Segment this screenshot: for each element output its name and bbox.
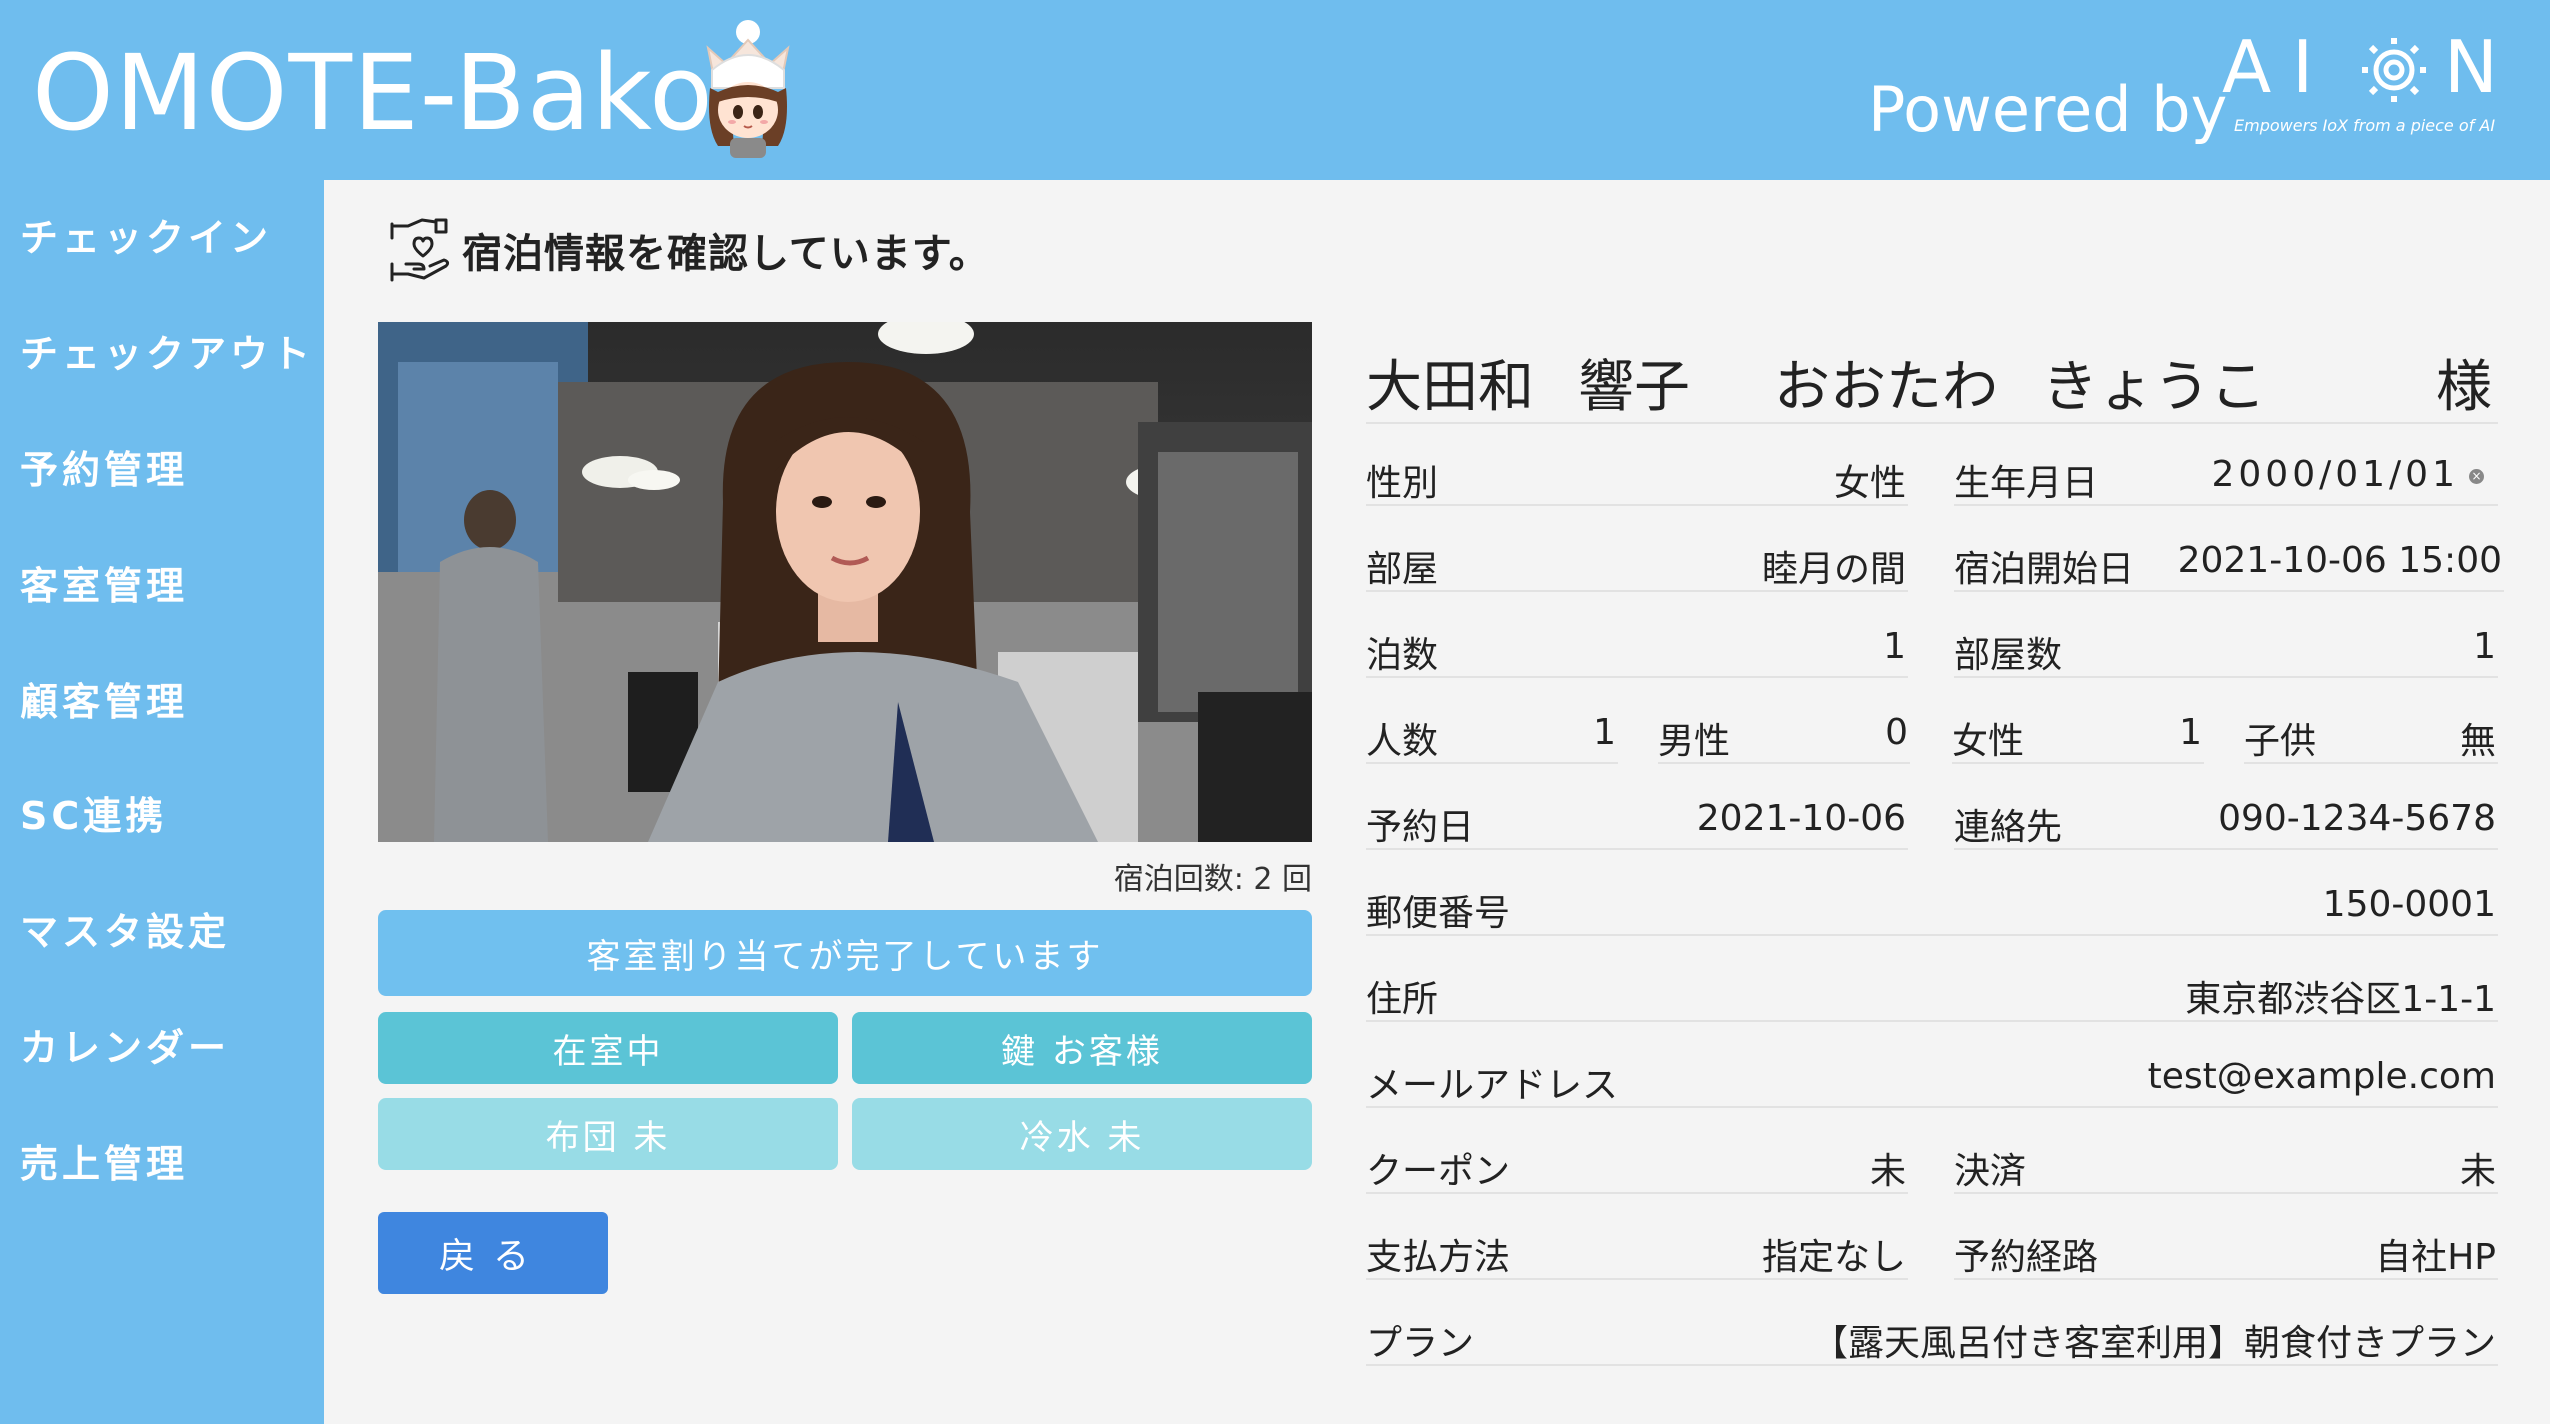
guest-honorific: 様	[2436, 355, 2492, 420]
stay-start-value: 2021-10-06 15:00	[2177, 540, 2502, 581]
camera-feed	[378, 322, 1312, 842]
contact-field: 連絡先 090-1234-5678	[1954, 790, 2498, 850]
heading-text: 宿泊情報を確認しています。	[462, 231, 990, 277]
people-value: 1	[1593, 712, 1616, 753]
sidebar-item-sc-link[interactable]: SC連携	[20, 786, 167, 846]
cold-water-status-button[interactable]: 冷水 未	[852, 1098, 1312, 1170]
stay-count: 宿泊回数: 2 回	[1113, 862, 1312, 897]
nights-label: 泊数	[1366, 635, 1439, 676]
room-count-field: 部屋数 1	[1954, 618, 2498, 678]
birthdate-value: 2000/01/01	[2211, 454, 2459, 495]
reservation-date-field: 予約日 2021-10-06	[1366, 790, 1908, 850]
nights-value: 1	[1883, 626, 1906, 667]
male-field: 男性 0	[1658, 704, 1910, 764]
payment-method-value: 指定なし	[1761, 1237, 1906, 1278]
email-field: メールアドレス test@example.com	[1366, 1048, 2498, 1108]
sidebar-item-master[interactable]: マスタ設定	[20, 902, 230, 962]
room-field: 部屋 睦月の間	[1366, 532, 1908, 592]
room-label: 部屋	[1366, 549, 1439, 590]
powered-by-label: Powered by	[1868, 73, 2228, 146]
email-value: test@example.com	[2147, 1056, 2496, 1097]
sidebar-item-rooms[interactable]: 客室管理	[20, 556, 188, 616]
child-value: 無	[2459, 721, 2496, 762]
plan-label: プラン	[1366, 1323, 1475, 1364]
guest-first-name-kana: きょうこ	[2042, 355, 2266, 420]
coupon-label: クーポン	[1366, 1151, 1511, 1192]
booking-route-label: 予約経路	[1954, 1237, 2099, 1278]
key-status-button[interactable]: 鍵 お客様	[852, 1012, 1312, 1084]
gender-field: 性別 女性	[1366, 446, 1908, 506]
back-button[interactable]: 戻る	[378, 1212, 608, 1294]
svg-text:I: I	[2292, 30, 2313, 109]
payment-status-field: 決済 未	[1954, 1134, 2498, 1194]
birthdate-input[interactable]: 2000/01/01 ×	[2211, 454, 2484, 495]
people-field: 人数 1	[1366, 704, 1618, 764]
sidebar-item-checkin[interactable]: チェックイン	[20, 208, 272, 268]
email-label: メールアドレス	[1366, 1065, 1619, 1106]
plan-value: 【露天風呂付き客室利用】朝食付きプラン	[1811, 1323, 2496, 1364]
guest-last-name: 大田和	[1366, 355, 1534, 420]
nights-field: 泊数 1	[1366, 618, 1908, 678]
people-label: 人数	[1366, 721, 1439, 762]
address-label: 住所	[1366, 979, 1439, 1020]
sidebar-item-customers[interactable]: 顧客管理	[20, 672, 188, 732]
address-value: 東京都渋谷区1-1-1	[2185, 979, 2496, 1020]
booking-route-field: 予約経路 自社HP	[1954, 1220, 2498, 1280]
svg-text:A: A	[2222, 30, 2271, 109]
guest-first-name: 響子	[1578, 355, 1690, 420]
female-value: 1	[2179, 712, 2202, 753]
address-field: 住所 東京都渋谷区1-1-1	[1366, 962, 2498, 1022]
futon-status-button[interactable]: 布団 未	[378, 1098, 838, 1170]
payment-method-field: 支払方法 指定なし	[1366, 1220, 1908, 1280]
app-title: OMOTE-Bako	[32, 32, 714, 154]
female-label: 女性	[1952, 721, 2025, 762]
room-value: 睦月の間	[1761, 549, 1906, 590]
contact-value: 090-1234-5678	[2218, 798, 2496, 839]
contact-label: 連絡先	[1954, 807, 2063, 848]
gender-value: 女性	[1833, 463, 1906, 504]
stay-start-field: 宿泊開始日 2021-10-06 15:00	[1954, 532, 2504, 592]
gender-label: 性別	[1366, 463, 1439, 504]
sidebar-item-sales[interactable]: 売上管理	[20, 1134, 188, 1194]
payment-status-label: 決済	[1954, 1151, 2027, 1192]
clear-icon[interactable]: ×	[2469, 468, 2484, 484]
coupon-value: 未	[1869, 1151, 1906, 1192]
svg-text:N: N	[2444, 30, 2498, 109]
page-heading: 宿泊情報を確認しています。	[388, 214, 990, 286]
postal-value: 150-0001	[2322, 884, 2496, 925]
guest-name-row: 大田和 響子 おおたわ きょうこ 様	[1366, 332, 2498, 424]
female-field: 女性 1	[1952, 704, 2204, 764]
plan-field: プラン 【露天風呂付き客室利用】朝食付きプラン	[1366, 1306, 2498, 1366]
room-count-label: 部屋数	[1954, 635, 2063, 676]
sidebar: チェックイン チェックアウト 予約管理 客室管理 顧客管理 SC連携 マスタ設定…	[0, 180, 324, 1424]
reservation-date-value: 2021-10-06	[1696, 798, 1906, 839]
birthdate-field: 生年月日 2000/01/01 ×	[1954, 446, 2498, 506]
hands-heart-icon	[390, 218, 450, 282]
male-label: 男性	[1658, 721, 1731, 762]
app-header: OMOTE-Bako Powered by A I N Empowers IoX…	[0, 0, 2550, 180]
booking-route-value: 自社HP	[2375, 1237, 2496, 1278]
camera-image	[378, 322, 1312, 842]
aion-tagline: Empowers IoX from a piece of AI	[2234, 116, 2496, 135]
birthdate-label: 生年月日	[1954, 463, 2099, 504]
sidebar-item-reservations[interactable]: 予約管理	[20, 440, 188, 500]
child-field: 子供 無	[2244, 704, 2498, 764]
room-assigned-button[interactable]: 客室割り当てが完了しています	[378, 910, 1312, 996]
postal-field: 郵便番号 150-0001	[1366, 876, 2498, 936]
postal-label: 郵便番号	[1366, 893, 1511, 934]
sidebar-item-calendar[interactable]: カレンダー	[20, 1018, 230, 1078]
in-room-button[interactable]: 在室中	[378, 1012, 838, 1084]
reservation-date-label: 予約日	[1366, 807, 1475, 848]
stay-start-label: 宿泊開始日	[1954, 549, 2135, 590]
coupon-field: クーポン 未	[1366, 1134, 1908, 1194]
payment-status-value: 未	[2459, 1151, 2496, 1192]
payment-method-label: 支払方法	[1366, 1237, 1511, 1278]
mascot-icon	[706, 20, 790, 158]
male-value: 0	[1885, 712, 1908, 753]
sidebar-item-checkout[interactable]: チェックアウト	[20, 324, 314, 384]
guest-last-name-kana: おおたわ	[1774, 355, 1998, 420]
child-label: 子供	[2244, 721, 2317, 762]
room-count-value: 1	[2473, 626, 2496, 667]
